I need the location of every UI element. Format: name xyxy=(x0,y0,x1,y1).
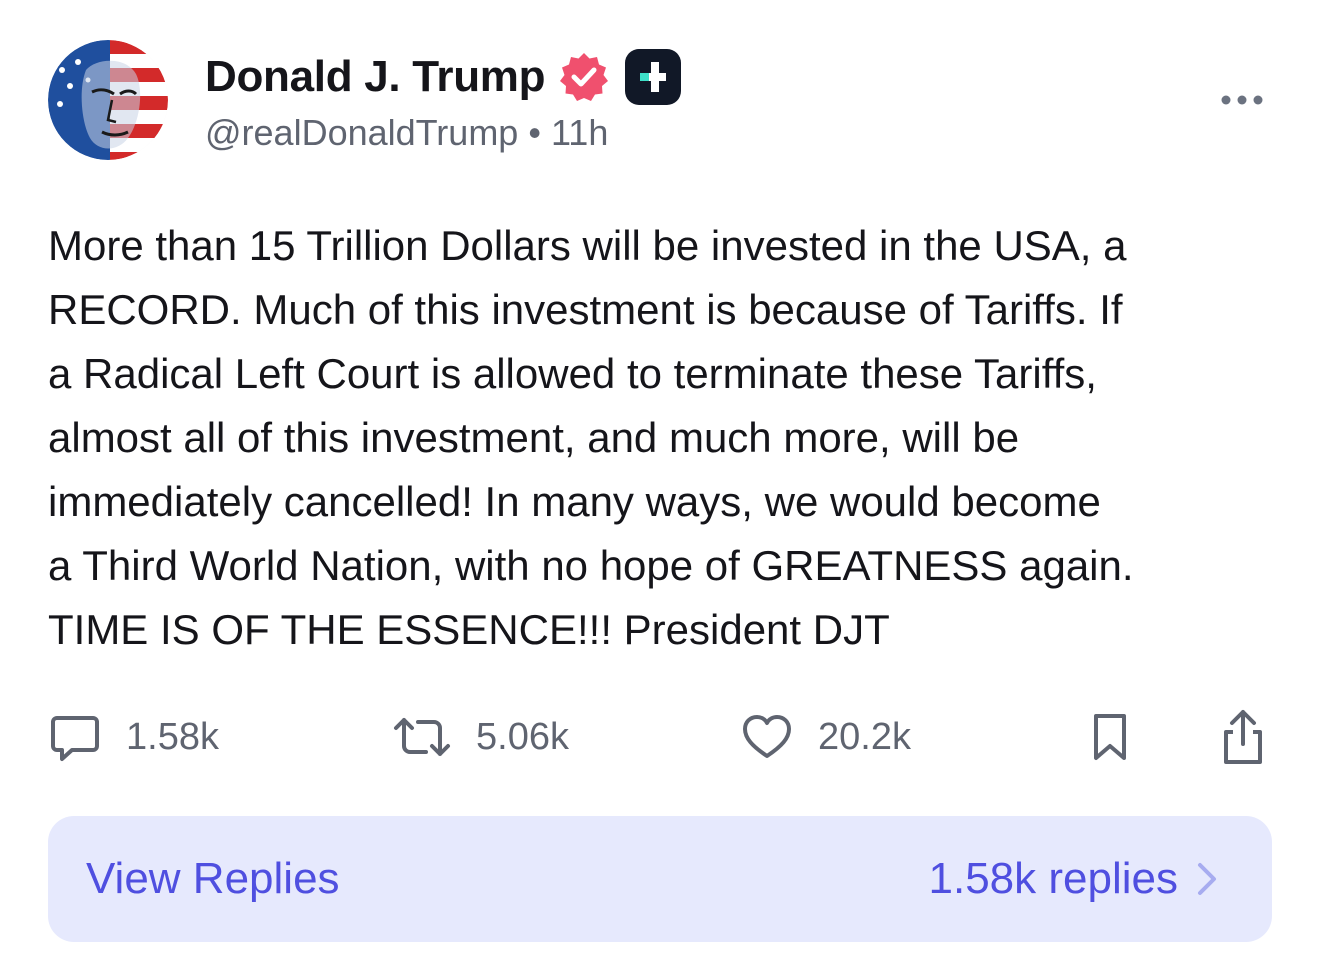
more-horizontal-icon xyxy=(1221,95,1263,105)
avatar[interactable] xyxy=(48,40,168,160)
replies-count-link[interactable]: 1.58k replies xyxy=(929,816,1218,942)
author-display-name[interactable]: Donald J. Trump xyxy=(205,52,546,102)
author-name-row: Donald J. Trump xyxy=(205,46,682,108)
share-icon xyxy=(1224,710,1262,764)
meta-separator: • xyxy=(528,112,541,153)
verified-badge-icon xyxy=(560,53,609,101)
like-count: 20.2k xyxy=(818,715,911,758)
chevron-right-icon xyxy=(1198,863,1216,895)
post-text-line: immediately cancelled! In many ways, we … xyxy=(48,478,1101,525)
bookmark-button[interactable] xyxy=(1086,702,1134,772)
post-body: More than 15 Trillion Dollars will be in… xyxy=(48,214,1276,662)
post-text-line: almost all of this investment, and much … xyxy=(48,414,1020,461)
post-text-line: TIME IS OF THE ESSENCE!!! President DJT xyxy=(48,606,890,653)
retruth-count: 5.06k xyxy=(476,715,569,758)
retruth-icon xyxy=(394,718,450,756)
post-text-line: More than 15 Trillion Dollars will be in… xyxy=(48,222,1127,269)
more-options-button[interactable] xyxy=(1218,88,1266,112)
reply-button[interactable]: 1.58k xyxy=(48,702,219,772)
bookmark-icon xyxy=(1094,714,1126,760)
view-replies-label: View Replies xyxy=(86,854,340,903)
post-timestamp[interactable]: 11h xyxy=(551,112,608,153)
author-handle[interactable]: @realDonaldTrump xyxy=(205,112,518,153)
post-card: Donald J. Trump @realDonaldTrump • 11h Mor… xyxy=(0,0,1320,972)
author-meta: @realDonaldTrump • 11h xyxy=(205,112,608,154)
post-text-line: a Radical Left Court is allowed to termi… xyxy=(48,350,1097,397)
reply-count: 1.58k xyxy=(126,715,219,758)
like-button[interactable]: 20.2k xyxy=(740,702,911,772)
share-button[interactable] xyxy=(1218,702,1268,772)
post-text-line: RECORD. Much of this investment is becau… xyxy=(48,286,1123,333)
avatar-image xyxy=(48,40,168,160)
view-replies-bar[interactable]: View Replies 1.58k replies xyxy=(48,816,1272,942)
post-text-line: a Third World Nation, with no hope of GR… xyxy=(48,542,1134,589)
retruth-button[interactable]: 5.06k xyxy=(392,702,569,772)
truth-plus-icon xyxy=(625,49,682,105)
replies-count-label: 1.58k replies xyxy=(928,854,1178,903)
comment-icon xyxy=(51,716,99,761)
heart-icon xyxy=(743,715,791,758)
